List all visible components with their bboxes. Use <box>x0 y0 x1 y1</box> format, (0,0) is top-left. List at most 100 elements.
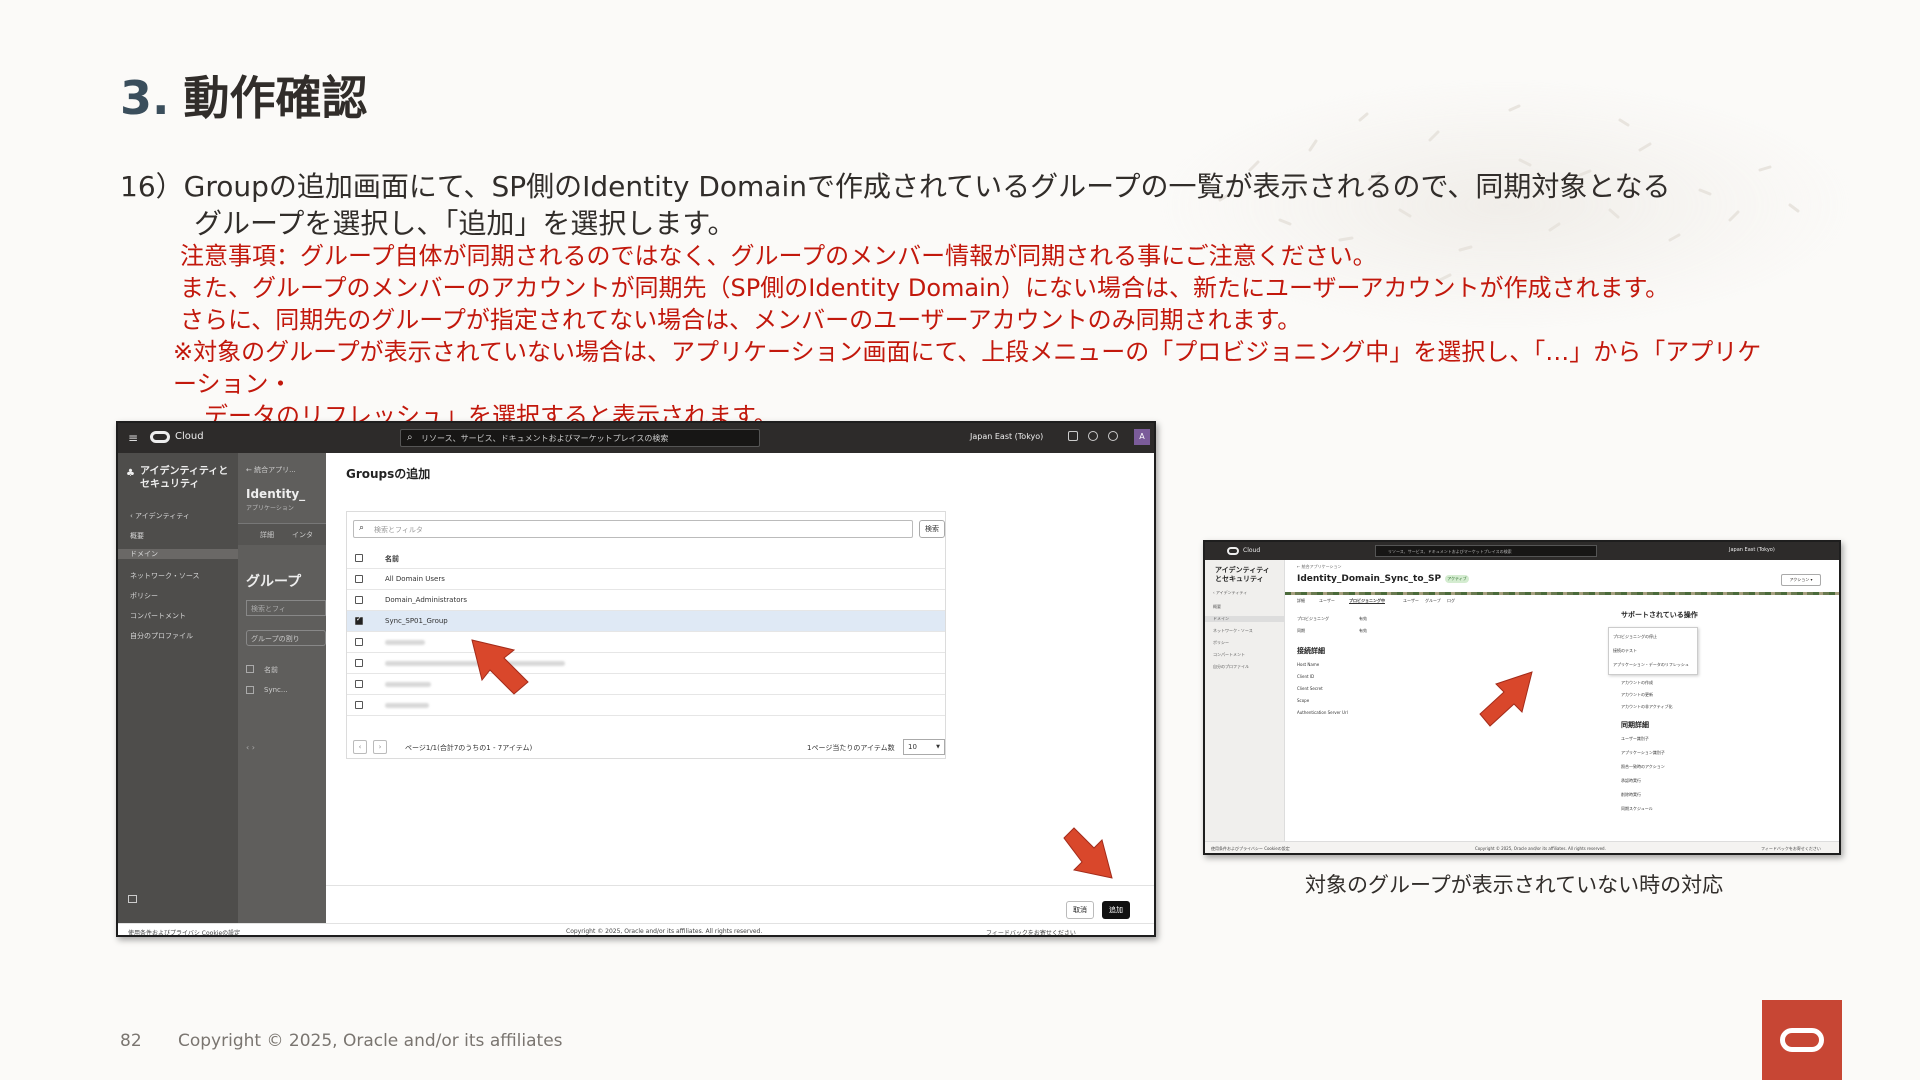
actions-button[interactable]: アクション ▾ <box>1781 574 1821 586</box>
status-badge: アクティブ <box>1445 575 1469 583</box>
tab-integration[interactable]: インタ <box>292 530 313 540</box>
conn-label: Host Name <box>1297 662 1320 667</box>
user-avatar[interactable]: A <box>1134 429 1150 445</box>
note-line-2: また、グループのメンバーのアカウントが同期先（SP側のIdentity Doma… <box>180 274 1670 302</box>
menu-item-test-connection[interactable]: 接続のテスト <box>1613 648 1637 654</box>
sidebar-item-network-sources[interactable]: ネットワーク・ソース <box>130 571 200 581</box>
sidebar-item-compartments[interactable]: コンパートメント <box>130 611 186 621</box>
menu-item-stop-provisioning[interactable]: プロビジョニングの停止 <box>1613 634 1657 640</box>
row-checkbox[interactable] <box>355 638 363 646</box>
help-icon[interactable] <box>1108 431 1118 441</box>
slide-title-number: 3. <box>120 71 170 125</box>
sidebar-item-policies[interactable]: ポリシー <box>130 591 158 601</box>
row-checkbox[interactable] <box>355 680 363 688</box>
cancel-button[interactable]: 取消 <box>1066 901 1094 919</box>
console-search-input[interactable]: リソース、サービス、ドキュメントおよびマーケットプレイスの検索 <box>1375 545 1597 557</box>
bell-icon[interactable] <box>1088 431 1098 441</box>
next-page-button[interactable]: › <box>373 740 387 754</box>
arrow-to-refresh-menu-icon <box>1479 671 1533 727</box>
sidebar-item-my-profile[interactable]: 自分のプロファイル <box>1213 664 1249 670</box>
provisioning-value: 有効 <box>1359 616 1367 621</box>
table-row-blurred[interactable] <box>347 695 945 716</box>
cloud-brand-label: Cloud <box>1243 547 1261 554</box>
tab-groups[interactable]: グループ <box>1425 598 1441 604</box>
sidebar-item-domains[interactable]: ドメイン <box>1205 616 1285 622</box>
table-row-blurred[interactable] <box>347 674 945 695</box>
table-row-selected[interactable]: Sync_SP01_Group <box>347 611 945 632</box>
feedback-link[interactable]: フィードバックをお寄せください <box>1761 846 1821 852</box>
row-checkbox[interactable] <box>246 686 254 694</box>
row-checkbox[interactable] <box>355 701 363 709</box>
tab-details[interactable]: 詳細 <box>260 530 274 540</box>
sync-label: 承認時実行 <box>1621 778 1641 783</box>
footer-links[interactable]: 使用条件およびプライバシー Cookieの設定 <box>1211 846 1290 852</box>
sidebar-item-overview[interactable]: 概要 <box>130 531 144 541</box>
tab-provisioning[interactable]: プロビジョニング中 <box>1349 598 1385 604</box>
blurred-group-name <box>385 682 431 687</box>
search-icon: ⌕ <box>407 432 413 443</box>
assign-group-button[interactable]: グループの割り <box>246 630 326 646</box>
row-checkbox[interactable] <box>355 659 363 667</box>
groups-search-input[interactable]: 検索とフィ <box>246 600 326 616</box>
breadcrumb[interactable]: ← 統合アプリケーション <box>1297 564 1342 570</box>
group-search-placeholder: 検索とフィルタ <box>374 526 423 534</box>
sidebar-item-policies[interactable]: ポリシー <box>1213 640 1229 646</box>
sync-value: 有効 <box>1359 628 1367 633</box>
group-name: Sync_SP01_Group <box>385 617 448 625</box>
console-search-input[interactable]: ⌕ リソース、サービス、ドキュメントおよびマーケットプレイスの検索 <box>400 429 760 447</box>
table-header-row: 名前 <box>347 548 945 569</box>
tab-details[interactable]: 詳細 <box>1297 598 1305 604</box>
sidebar-item-domains[interactable]: ドメイン <box>118 549 238 559</box>
region-selector[interactable]: Japan East (Tokyo) <box>970 432 1043 441</box>
hamburger-menu-icon[interactable]: ≡ <box>128 431 138 445</box>
oracle-cloud-logo-icon[interactable] <box>150 431 170 443</box>
row-checkbox[interactable] <box>355 575 363 583</box>
breadcrumb[interactable]: ← 統合アプリ... <box>246 465 296 475</box>
sidebar-item-network-sources[interactable]: ネットワーク・ソース <box>1213 628 1253 634</box>
menu-item-refresh-application-data[interactable]: アプリケーション・データのリフレッシュ <box>1613 662 1689 668</box>
add-groups-panel: Groupsの追加 ⌕ 検索とフィルタ 検索 名前 All Domain Use… <box>326 453 1154 935</box>
feedback-link[interactable]: フィードバックをお寄せください <box>986 928 1076 935</box>
search-icon: ⌕ <box>359 523 365 533</box>
sidebar-heading: アイデンティティとセキュリティ <box>1215 566 1270 583</box>
search-button[interactable]: 検索 <box>919 520 945 538</box>
tab-logs[interactable]: ログ <box>1447 598 1455 604</box>
step-line-1: 16）Groupの追加画面にて、SP側のIdentity Domainで作成され… <box>120 170 1671 203</box>
select-all-checkbox[interactable] <box>355 554 363 562</box>
sidebar-item-overview[interactable]: 概要 <box>1213 604 1221 610</box>
group-search-input[interactable]: ⌕ 検索とフィルタ <box>353 520 913 538</box>
row-checkbox-checked[interactable] <box>355 615 363 625</box>
sidebar-back-link[interactable]: ‹ アイデンティティ <box>130 511 190 521</box>
application-title: Identity_Domain_Sync_to_SP <box>1297 574 1442 584</box>
prev-page-button[interactable]: ‹ <box>353 740 367 754</box>
table-row[interactable]: Domain_Administrators <box>347 590 945 611</box>
copyright-text: Copyright © 2025, Oracle and/or its affi… <box>178 1031 563 1051</box>
sidebar-item-compartments[interactable]: コンパートメント <box>1213 652 1245 658</box>
groups-column-name: 名前 <box>264 666 278 674</box>
tab-users[interactable]: ユーザー <box>1319 598 1335 604</box>
oracle-cloud-logo-icon[interactable] <box>1227 547 1239 555</box>
note-line-4: ※対象のグループが表示されていない場合は、アプリケーション画面にて、上段メニュー… <box>173 338 1762 398</box>
caution-notes: 注意事項：グループ自体が同期されるのではなく、グループのメンバー情報が同期される… <box>173 240 1780 432</box>
region-selector[interactable]: Japan East (Tokyo) <box>1729 547 1775 553</box>
sync-details-heading: 同期詳細 <box>1621 721 1649 729</box>
sidebar-item-my-profile[interactable]: 自分のプロファイル <box>130 631 193 641</box>
sidebar-back-link[interactable]: ‹ アイデンティティ <box>1213 590 1247 596</box>
sync-label: 同期 <box>1297 628 1305 633</box>
select-all-checkbox[interactable] <box>246 665 254 673</box>
application-detail-background: ← 統合アプリ... Identity_ アプリケーション 詳細 インタ グルー… <box>238 453 326 935</box>
sync-label: ユーザー識別子 <box>1621 736 1649 741</box>
table-row-blurred[interactable] <box>347 632 945 653</box>
table-row[interactable]: All Domain Users <box>347 569 945 590</box>
chat-icon[interactable] <box>1068 431 1078 441</box>
sidebar-collapse-icon[interactable] <box>128 895 137 903</box>
add-button[interactable]: 追加 <box>1102 901 1130 919</box>
footer-links[interactable]: 使用条件およびプライバシ Cookieの設定 <box>128 928 240 935</box>
items-per-page-select[interactable]: 10 <box>903 739 945 755</box>
console-search-placeholder: リソース、サービス、ドキュメントおよびマーケットプレイスの検索 <box>421 434 669 443</box>
row-checkbox[interactable] <box>355 596 363 604</box>
groups-add-screenshot: ≡ Cloud ⌕ リソース、サービス、ドキュメントおよびマーケットプレイスの検… <box>116 421 1156 937</box>
tab-users-2[interactable]: ユーザー <box>1403 598 1419 604</box>
arrow-to-group-icon <box>471 639 529 695</box>
table-row-blurred[interactable] <box>347 653 945 674</box>
